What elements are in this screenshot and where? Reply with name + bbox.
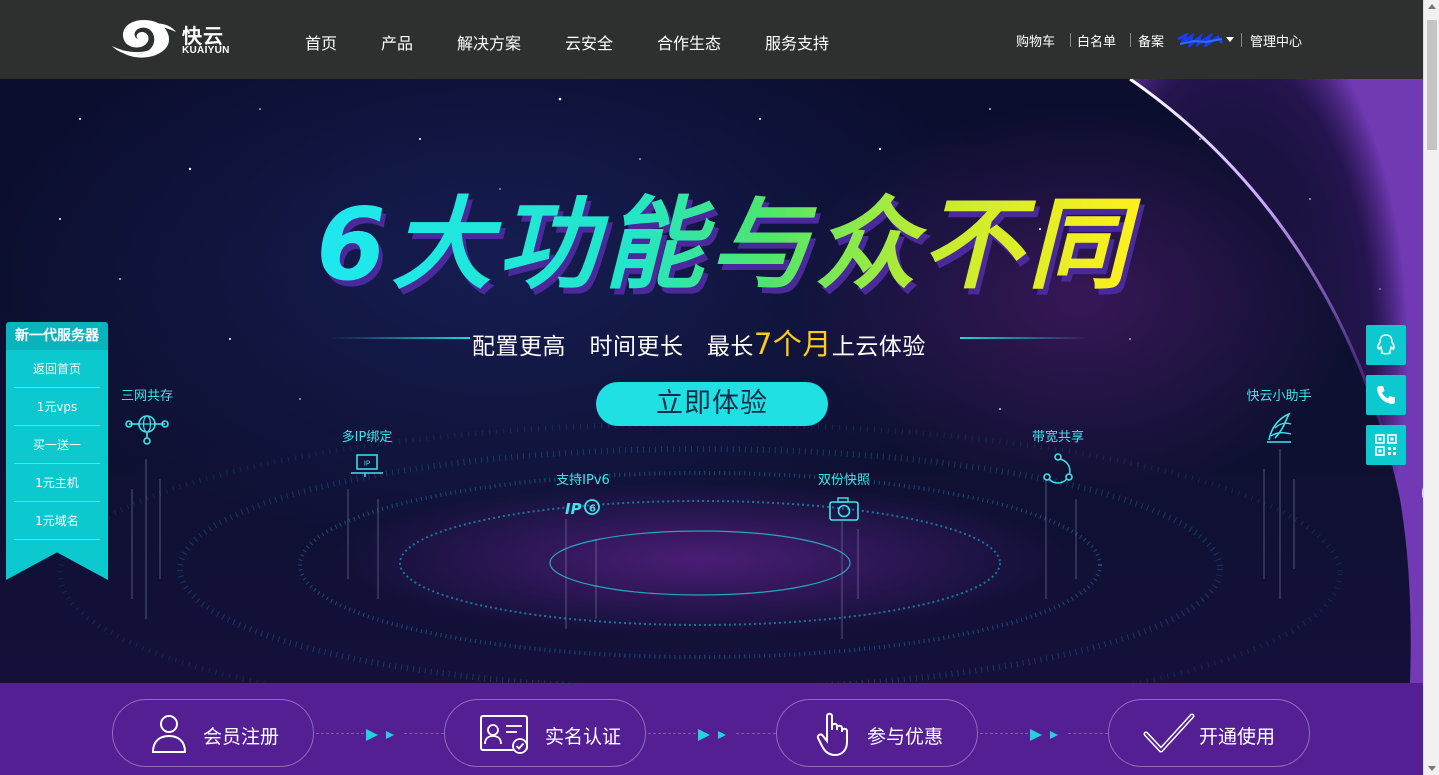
swirl-logo-icon [112, 20, 176, 58]
step-connector [1068, 733, 1108, 734]
nav-item-solutions[interactable]: 解决方案 [457, 30, 521, 54]
chevron-down-icon [1226, 37, 1234, 42]
nav-item-home[interactable]: 首页 [305, 30, 337, 54]
process-steps-bar: 会员注册 实名认证 参与优惠 开通使用 [0, 683, 1423, 775]
admin-center-link[interactable]: 管理中心 [1250, 31, 1302, 50]
left-menu-item-vps[interactable]: 1元vps [14, 388, 100, 426]
left-menu-title: 新一代服务器 [6, 322, 108, 350]
beian-dropdown[interactable] [1172, 31, 1234, 49]
laptop-ip-icon: IP [351, 454, 383, 477]
hero-banner: 6大功能与众不同 6大功能与众不同 配置更高 时间更长 最长7个月上云体验 立即… [0, 79, 1423, 683]
divider-line [330, 337, 470, 339]
left-menu-body: 返回首页 1元vps 买一送一 1元主机 1元域名 [6, 350, 108, 580]
page: 快云 KUAIYUN 首页 产品 解决方案 云安全 合作生态 服务支持 购物车 … [0, 0, 1439, 775]
left-float-menu: 新一代服务器 返回首页 1元vps 买一送一 1元主机 1元域名 [6, 322, 108, 580]
logo-name-en: KUAIYUN [182, 45, 230, 56]
scroll-down-arrow-icon[interactable] [1428, 766, 1436, 771]
hero-title-text: 6大功能与众不同 [316, 186, 1142, 303]
subtitle-part3-pre: 最长 [706, 334, 754, 360]
feature-label: 多IP绑定 [341, 430, 393, 445]
left-menu-item-domain[interactable]: 1元域名 [14, 502, 100, 540]
nav-item-cloud-security[interactable]: 云安全 [565, 30, 613, 54]
light-lines [131, 449, 1295, 639]
step-connector [736, 733, 776, 734]
phone-contact-button[interactable] [1366, 375, 1406, 415]
feature-label: 快云小助手 [1246, 389, 1312, 404]
top-links-divider [1241, 33, 1242, 47]
step-activate[interactable]: 开通使用 [1108, 699, 1310, 767]
feature-assistant: 快云小助手 [1236, 385, 1322, 446]
phone-icon [1377, 386, 1395, 404]
globe-network-icon [125, 415, 169, 445]
feature-triple-network: 三网共存 [112, 385, 182, 446]
hero-subtitle: 配置更高 时间更长 最长7个月上云体验 [330, 319, 1110, 361]
double-arrow-icon [698, 729, 726, 741]
leaf-assistant-icon [1267, 412, 1292, 443]
step-connector [316, 733, 364, 734]
id-card-icon [480, 715, 528, 754]
step-label: 参与优惠 [867, 726, 944, 748]
scroll-up-arrow-icon[interactable] [1428, 4, 1436, 9]
step-label: 会员注册 [203, 726, 280, 748]
step-connector [404, 733, 444, 734]
try-now-button[interactable]: 立即体验 [596, 382, 828, 426]
hero-subtitle-text: 配置更高 时间更长 最长7个月上云体验 [472, 321, 926, 363]
qq-icon [1377, 334, 1395, 355]
site-header: 快云 KUAIYUN 首页 产品 解决方案 云安全 合作生态 服务支持 购物车 … [0, 0, 1423, 79]
feature-label: 双份快照 [817, 473, 870, 488]
feature-label: 支持IPv6 [556, 473, 610, 488]
hero-background [57, 79, 1423, 683]
hand-pointer-icon [816, 712, 848, 757]
feature-ipv6: 支持IPv6 IP 6 [546, 469, 620, 522]
step-label: 开通使用 [1199, 726, 1276, 748]
beian-link[interactable]: 备案 [1138, 31, 1164, 50]
top-links-divider [1070, 33, 1071, 47]
feature-bandwidth-share: 带宽共享 [1022, 426, 1094, 485]
step-label: 实名认证 [545, 726, 622, 748]
qrcode-icon [1375, 434, 1397, 456]
step-promotion[interactable]: 参与优惠 [776, 699, 978, 767]
svg-text:IP: IP [565, 500, 582, 518]
svg-text:6: 6 [589, 504, 596, 515]
top-links-divider [1130, 33, 1131, 47]
subtitle-part2: 时间更长 [589, 334, 684, 360]
feature-label: 三网共存 [120, 389, 173, 404]
left-menu-item-host[interactable]: 1元主机 [14, 464, 100, 502]
qq-contact-button[interactable] [1366, 325, 1406, 365]
nav-item-products[interactable]: 产品 [381, 30, 413, 54]
divider-line [960, 337, 1090, 339]
checkmark-icon [1143, 713, 1195, 753]
orbit-rings [57, 421, 1343, 683]
double-arrow-icon [1030, 729, 1058, 741]
svg-text:IP: IP [364, 460, 370, 468]
feature-label: 带宽共享 [1031, 430, 1084, 445]
feature-multi-ip: 多IP绑定 IP [331, 426, 403, 481]
subtitle-part3-post: 上云体验 [831, 334, 926, 360]
scrollbar-thumb[interactable] [1427, 20, 1437, 150]
subtitle-highlight: 7个月 [753, 327, 832, 361]
double-arrow-icon [366, 729, 394, 741]
feature-snapshot: 双份快照 [808, 469, 880, 524]
left-menu-item-buy-one-get-one[interactable]: 买一送一 [14, 426, 100, 464]
ipv6-icon: IP 6 [565, 499, 600, 518]
cart-link[interactable]: 购物车 [1016, 31, 1055, 50]
left-menu-item-home[interactable]: 返回首页 [14, 350, 100, 388]
nav-item-ecosystem[interactable]: 合作生态 [657, 30, 721, 54]
step-register[interactable]: 会员注册 [112, 699, 314, 767]
step-connector [648, 733, 696, 734]
hero-title: 6大功能与众不同 6大功能与众不同 [316, 186, 1142, 309]
step-verify[interactable]: 实名认证 [444, 699, 646, 767]
subtitle-part1: 配置更高 [472, 334, 566, 360]
redacted-scribble [1177, 33, 1224, 47]
camera-icon [829, 497, 859, 521]
step-connector [980, 733, 1028, 734]
qrcode-button[interactable] [1366, 425, 1406, 465]
nav-item-support[interactable]: 服务支持 [765, 30, 829, 54]
whitelist-link[interactable]: 白名单 [1077, 31, 1116, 50]
user-icon [151, 715, 187, 753]
page-scrollbar[interactable] [1423, 0, 1439, 775]
site-logo[interactable]: 快云 KUAIYUN [110, 14, 240, 62]
share-icon [1043, 453, 1073, 484]
